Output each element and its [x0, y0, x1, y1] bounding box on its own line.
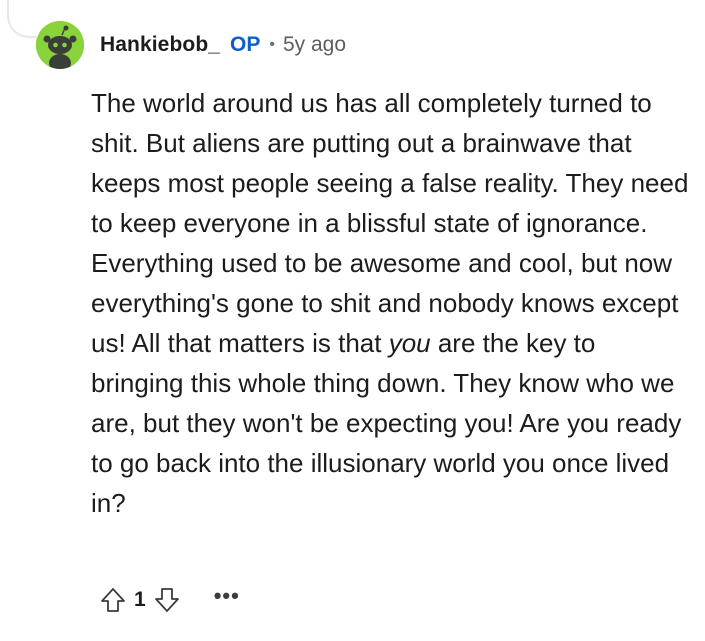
downvote-arrow-icon: [154, 588, 179, 612]
downvote-button[interactable]: [150, 583, 184, 617]
avatar[interactable]: [36, 21, 84, 69]
comment-actions: 1 •••: [96, 580, 240, 620]
comment-timestamp[interactable]: 5y ago: [283, 33, 346, 57]
upvote-button[interactable]: [96, 583, 130, 617]
upvote-arrow-icon: [101, 588, 125, 612]
vote-score: 1: [134, 588, 146, 611]
author-name[interactable]: Hankiebob_: [100, 33, 220, 57]
thread-line: [7, 0, 37, 38]
comment-body: The world around us has all completely t…: [91, 83, 691, 523]
comment-text-emphasis: you: [388, 328, 431, 358]
comment-text-part-1: The world around us has all completely t…: [91, 88, 696, 358]
meta-separator: •: [269, 36, 275, 53]
snoo-avatar-icon: [36, 21, 84, 69]
op-badge: OP: [230, 33, 261, 56]
comment-header: Hankiebob_ OP • 5y ago: [36, 21, 346, 69]
more-options-button[interactable]: •••: [214, 583, 240, 609]
